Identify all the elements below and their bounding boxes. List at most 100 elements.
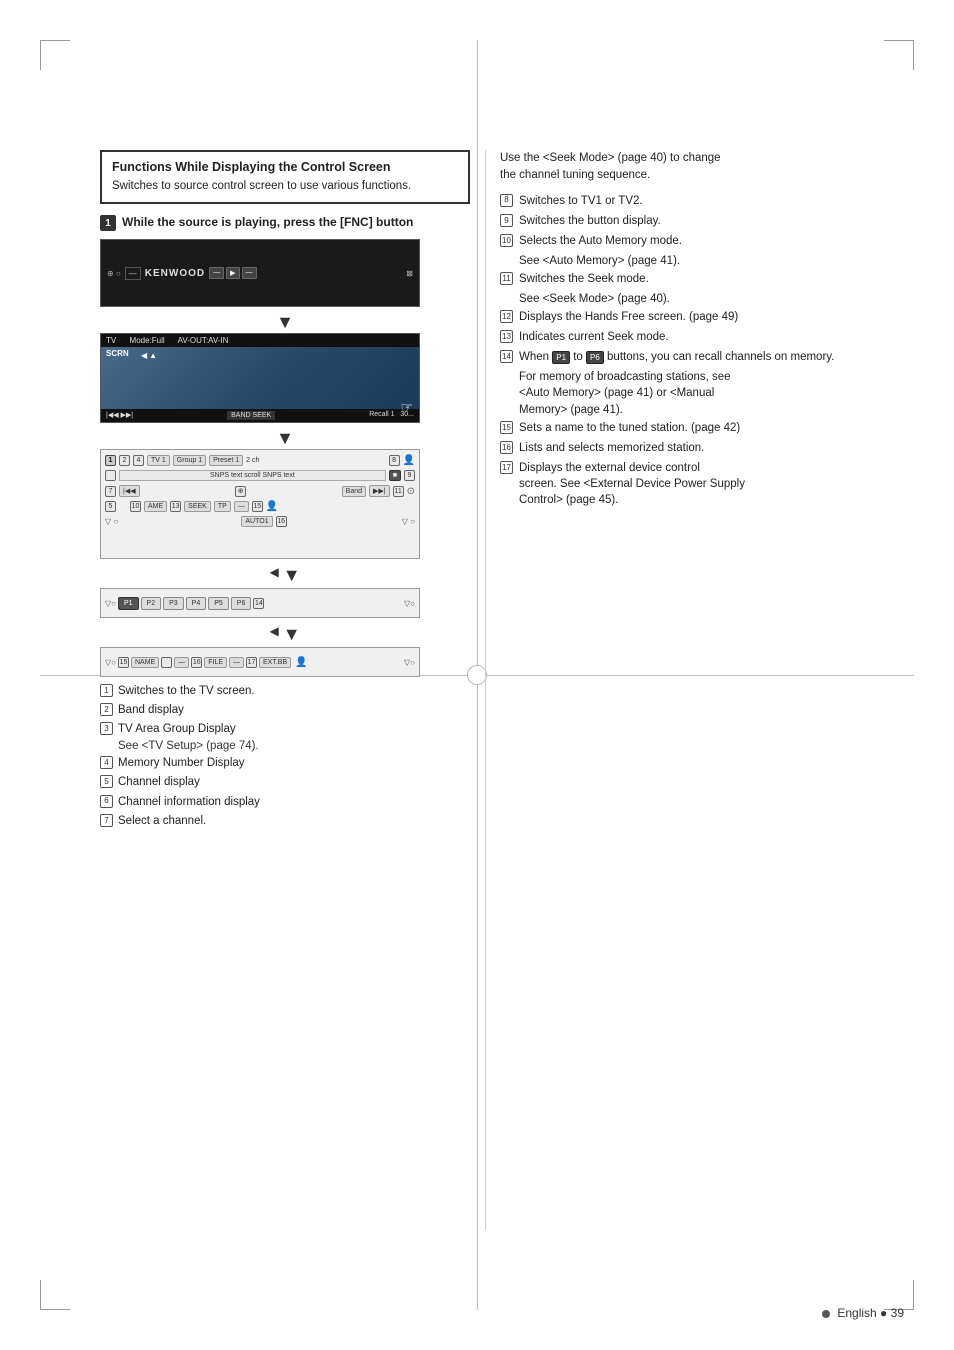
arrow-down-3: ▼: [283, 565, 301, 586]
screen1-icon: ⊕ ○: [107, 269, 121, 278]
ctrl-preset-btn: Preset 1: [209, 455, 243, 466]
ctrl-badge-1: 1: [105, 455, 116, 466]
right-intro: Use the <Seek Mode> (page 40) to changet…: [500, 150, 854, 185]
ctrl-2ch: 2 ch: [246, 457, 259, 464]
ctrl-circle-icon: ⊙: [407, 486, 415, 497]
ctrl-screen: 1 2 4 TV 1 Group 1 Preset 1 2 ch 8 👤 SNP…: [100, 449, 420, 559]
language-label: English: [837, 1306, 876, 1320]
list-item-1: 1 Switches to the TV screen.: [100, 683, 470, 699]
ctrl-btn-3: —: [242, 267, 257, 279]
name-badge-15: 15: [118, 657, 129, 668]
right-item-17: 17 Displays the external device controls…: [500, 460, 854, 508]
right-sub-11: See <Seek Mode> (page 40).: [500, 291, 854, 307]
ctrl-band-btn: Band: [342, 486, 366, 497]
right-column: Use the <Seek Mode> (page 40) to changet…: [500, 150, 854, 512]
item-text-7: Select a channel.: [118, 813, 206, 829]
item-text-3: TV Area Group Display: [118, 721, 236, 737]
right-item-8: 8 Switches to TV1 or TV2.: [500, 193, 854, 209]
section-box: Functions While Displaying the Control S…: [100, 150, 470, 204]
screen1-container: ⊕ ○ — KENWOOD — ▶ — ⊠ ☞: [100, 239, 470, 307]
ctrl-snps-row: SNPS text scroll SNPS text ■ 9: [101, 468, 419, 483]
ctrl-badge-5: 5: [105, 501, 116, 512]
name-dash-btn: —: [174, 657, 189, 668]
preset-p3: P3: [163, 597, 184, 610]
page-number: 39: [891, 1306, 904, 1320]
ctrl-row5: ▽ ○ AUTO1 16 ▽ ○: [101, 514, 419, 529]
screen1-controls: — ▶ —: [209, 267, 256, 279]
item-num-4: 4: [100, 756, 113, 769]
arrow-down-4: ▼: [283, 624, 301, 645]
tv-hand-cursor: ☞: [400, 399, 413, 416]
right-item-13: 13 Indicates current Seek mode.: [500, 329, 854, 345]
ctrl-badge-7: 7: [105, 486, 116, 497]
name-badge-blank: [161, 657, 172, 668]
name-badge-16: 16: [191, 657, 202, 668]
tv-band-seek: BAND SEEK: [227, 411, 275, 420]
ctrl-next-btn: ▶▶|: [369, 485, 390, 497]
ctrl-badge-10: 10: [130, 501, 141, 512]
ctrl-badge-15: 15: [252, 501, 263, 512]
right-item-9: 9 Switches the button display.: [500, 213, 854, 229]
name-btn: NAME: [131, 657, 159, 668]
name-person-icon: 👤: [295, 657, 307, 668]
item-text-5: Channel display: [118, 774, 200, 790]
ctrl-badge-8: 8: [389, 455, 400, 466]
page-number-area: English ● 39: [822, 1306, 904, 1320]
chevron-left-icon-2: ◀: [269, 624, 278, 645]
arrow-block-2: ◀ ▼: [100, 565, 470, 586]
ctrl-badge-4: 4: [133, 455, 144, 466]
right-text-14-full: When P1 to P6 buttons, you can recall ch…: [519, 349, 854, 365]
item-text-1: Switches to the TV screen.: [118, 683, 255, 699]
screen1-left: ⊕ ○ — KENWOOD — ▶ —: [107, 267, 257, 280]
right-text-17: Displays the external device controlscre…: [519, 460, 854, 508]
tv-image: SCRN ◀ ▲: [101, 347, 419, 409]
right-text-8: Switches to TV1 or TV2.: [519, 193, 854, 209]
p6-btn-inline: P6: [586, 351, 604, 364]
ctrl-screen-container: 1 2 4 TV 1 Group 1 Preset 1 2 ch 8 👤 SNP…: [100, 449, 470, 559]
ctrl-person-icon: 👤: [403, 455, 415, 466]
ctrl-badge-blank1: [105, 470, 116, 481]
ctrl-btn-1: —: [209, 267, 224, 279]
ctrl-tp-btn: TP: [214, 501, 231, 512]
list-item-3: 3 TV Area Group Display: [100, 721, 470, 737]
item-num-3: 3: [100, 722, 113, 735]
left-column: Functions While Displaying the Control S…: [100, 150, 470, 832]
name-badge-17: 17: [246, 657, 257, 668]
tv-scrn-arrows: ◀ ▲: [141, 351, 157, 360]
tv-arrow-right: ▲: [149, 351, 157, 360]
right-text-12: Displays the Hands Free screen. (page 49…: [519, 309, 854, 325]
preset-p2: P2: [141, 597, 162, 610]
preset-badge-14: 14: [253, 598, 264, 609]
page-num-dot: [822, 1310, 830, 1318]
ctrl-seek-btn: SEEK: [184, 501, 211, 512]
right-item-12: 12 Displays the Hands Free screen. (page…: [500, 309, 854, 325]
screen1-indicator: ⊠: [406, 269, 413, 278]
chevron-left-icon: ◀: [269, 565, 278, 586]
ctrl-arrow-icon: ▽ ○: [402, 517, 415, 526]
ctrl-ame-btn: AME: [144, 501, 167, 512]
right-text-16: Lists and selects memorized station.: [519, 440, 854, 456]
name-extbb-btn: EXT.BB: [259, 657, 291, 668]
preset-p4: P4: [186, 597, 207, 610]
right-text-13: Indicates current Seek mode.: [519, 329, 854, 345]
snps-bar: SNPS text scroll SNPS text: [119, 470, 386, 481]
arrow-block-3: ◀ ▼: [100, 624, 470, 645]
item-num-7: 7: [100, 814, 113, 827]
right-text-15: Sets a name to the tuned station. (page …: [519, 420, 854, 436]
screen1-separator: —: [125, 267, 141, 280]
ctrl-badge-16: 16: [276, 516, 287, 527]
name-screen-container: ▽○ 15 NAME — 16 FILE — 17 EXT.BB 👤 ▽○: [100, 647, 470, 677]
hand-cursor-icon: ☞: [398, 285, 411, 302]
ctrl-auto-btn: AUTO1: [241, 516, 272, 527]
item-num-6: 6: [100, 795, 113, 808]
right-item-14: 14 When P1 to P6 buttons, you can recall…: [500, 349, 854, 365]
list-item-4: 4 Memory Number Display: [100, 755, 470, 771]
page-number-separator: ●: [880, 1306, 891, 1320]
right-sub-14: For memory of broadcasting stations, see…: [500, 369, 854, 417]
list-item-6: 6 Channel information display: [100, 794, 470, 810]
screen1-logo: KENWOOD: [145, 268, 205, 279]
right-item-10: 10 Selects the Auto Memory mode.: [500, 233, 854, 249]
crop-mark-tl: [40, 40, 70, 70]
list-item-2: 2 Band display: [100, 702, 470, 718]
ctrl-tv1-btn: TV 1: [147, 455, 170, 466]
